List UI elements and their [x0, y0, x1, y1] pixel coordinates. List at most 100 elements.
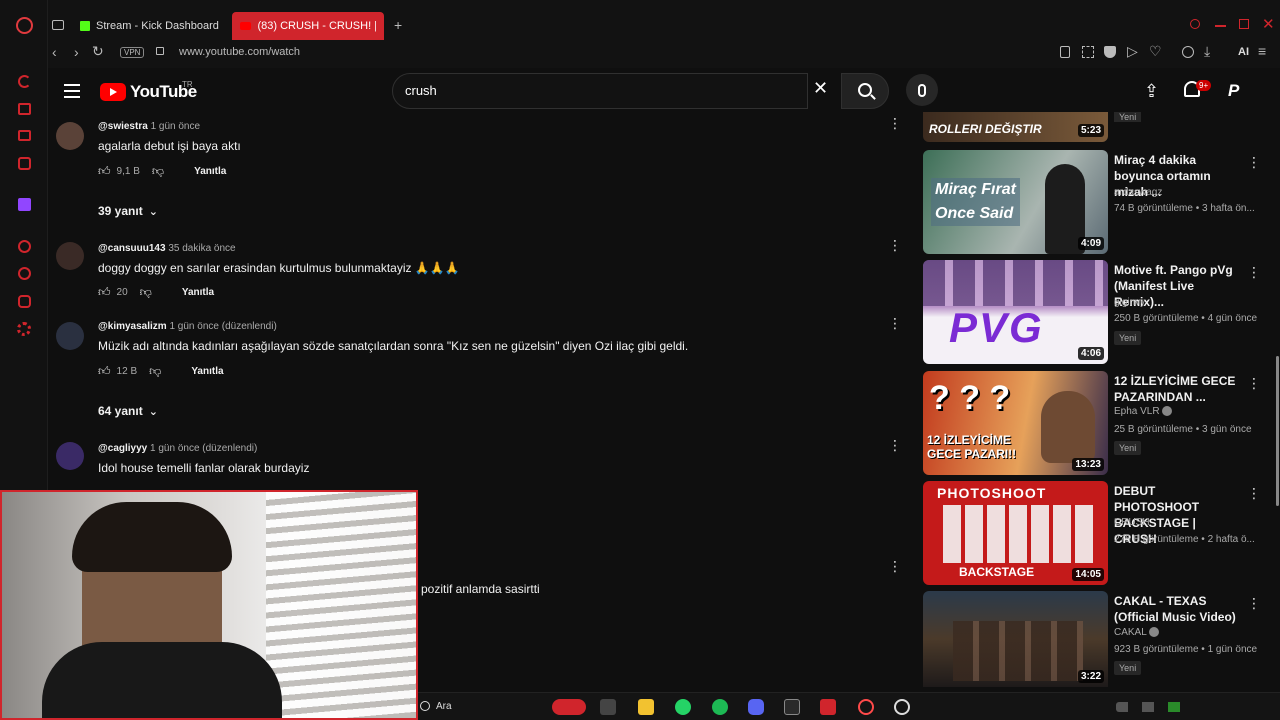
channel-name[interactable]: ardaswagz	[1114, 187, 1162, 198]
avatar[interactable]	[56, 322, 84, 350]
sidebar-aria-icon[interactable]	[18, 75, 31, 88]
video-menu-icon[interactable]: ⋮	[1247, 154, 1261, 171]
spotify-icon[interactable]	[712, 699, 728, 715]
sidebar-twitch-icon[interactable]	[18, 198, 31, 211]
recommendation-item[interactable]: ROLLERI DEĞIŞTIR 5:23 Yeni	[923, 112, 1263, 142]
file-explorer-icon[interactable]	[638, 699, 654, 715]
dislike-icon[interactable]: 👎︎	[140, 285, 152, 300]
sidebar-settings-icon[interactable]	[17, 322, 31, 336]
sidebar-extensions-icon[interactable]	[18, 130, 31, 141]
taskbar-app-icon[interactable]	[552, 699, 586, 715]
play-icon[interactable]: ▷	[1127, 43, 1138, 60]
new-tab-button[interactable]: +	[394, 17, 402, 33]
video-menu-icon[interactable]: ⋮	[1247, 595, 1261, 612]
maximize-button[interactable]	[1239, 19, 1249, 29]
video-thumbnail[interactable]: ? ? ? 12 İZLEYİCİME GECE PAZARI!! 13:23	[923, 371, 1108, 475]
recommendation-item[interactable]: PVG 4:06 Motive ft. Pango pVg (Manifest …	[923, 260, 1263, 364]
forward-icon[interactable]: ›	[74, 44, 79, 60]
download-icon[interactable]: ⤓	[1204, 43, 1210, 60]
url-field[interactable]: www.youtube.com/watch	[179, 46, 300, 58]
search-box[interactable]: crush ✕	[392, 73, 828, 109]
menu-icon[interactable]: ≡	[1258, 43, 1266, 59]
like-icon[interactable]: 👍︎	[98, 285, 111, 300]
aria-ai-button[interactable]: AI	[1238, 46, 1249, 58]
avatar[interactable]	[56, 442, 84, 470]
comment-author[interactable]: @cansuuu143	[98, 243, 166, 254]
video-thumbnail[interactable]: PHOTOSHOOT BACKSTAGE 14:05	[923, 481, 1108, 585]
sidebar-history-icon[interactable]	[18, 267, 31, 280]
video-menu-icon[interactable]: ⋮	[1247, 485, 1261, 502]
recommendation-item[interactable]: ? ? ? 12 İZLEYİCİME GECE PAZARI!! 13:23 …	[923, 371, 1263, 475]
recommendation-item[interactable]: Miraç Fırat Once Said 4:09 Miraç 4 dakik…	[923, 150, 1263, 254]
comment-menu-icon[interactable]: ⋮	[888, 559, 902, 573]
search-tabs-icon[interactable]	[1190, 19, 1200, 29]
sidebar-messenger-icon[interactable]	[18, 157, 31, 170]
heart-icon[interactable]: ♡	[1149, 43, 1162, 60]
comment-time[interactable]: 1 gün önce	[151, 121, 201, 132]
replies-toggle[interactable]: 64 yanıt ⌄	[98, 404, 158, 418]
scrollbar[interactable]	[1276, 356, 1279, 506]
channel-name[interactable]: CAKAL	[1114, 627, 1160, 638]
video-thumbnail[interactable]: PVG 4:06	[923, 260, 1108, 364]
video-thumbnail[interactable]: ROLLERI DEĞIŞTIR 5:23	[923, 112, 1108, 142]
video-title[interactable]: CAKAL - TEXAS (Official Music Video)	[1114, 593, 1239, 625]
video-menu-icon[interactable]: ⋮	[1247, 264, 1261, 281]
comment-menu-icon[interactable]: ⋮	[888, 116, 902, 130]
tab-overview-icon[interactable]	[52, 20, 64, 30]
taskbar-terminal-icon[interactable]	[600, 699, 616, 715]
upload-icon[interactable]: ⇪	[1144, 81, 1159, 102]
comment-menu-icon[interactable]: ⋮	[888, 438, 902, 452]
account-icon[interactable]	[1182, 46, 1194, 58]
comment-author[interactable]: @swiestra	[98, 121, 148, 132]
opera-logo-icon[interactable]	[16, 17, 33, 34]
replies-toggle[interactable]: 39 yanıt ⌄	[98, 204, 158, 218]
dislike-icon[interactable]: 👎︎	[149, 364, 161, 379]
sidebar-player-icon[interactable]	[18, 240, 31, 253]
comment-menu-icon[interactable]: ⋮	[888, 316, 902, 330]
channel-name[interactable]: giginvy	[1114, 297, 1145, 308]
clear-search-icon[interactable]: ✕	[813, 78, 828, 99]
comment-author[interactable]: @cagliyyy	[98, 443, 147, 454]
channel-name[interactable]: CRUSH	[1114, 517, 1150, 528]
vpn-badge[interactable]: VPN	[120, 47, 145, 58]
taskbar-search-icon[interactable]	[420, 701, 430, 711]
search-input[interactable]: crush	[405, 83, 437, 98]
tray-icons[interactable]	[1116, 702, 1206, 712]
reply-button[interactable]: Yanıtla	[191, 366, 223, 377]
snapshot-icon[interactable]	[1082, 46, 1094, 58]
sidebar-workspaces-icon[interactable]	[18, 103, 31, 115]
epic-games-icon[interactable]	[784, 699, 800, 715]
obs-icon[interactable]	[894, 699, 910, 715]
sidebar-pinboard-icon[interactable]	[18, 295, 31, 308]
comment-time[interactable]: 1 gün önce (düzenlendi)	[150, 443, 257, 454]
video-title[interactable]: 12 İZLEYİCİME GECE PAZARINDAN ...	[1114, 373, 1239, 405]
search-button[interactable]	[841, 73, 889, 109]
voice-search-button[interactable]	[906, 74, 938, 106]
reply-button[interactable]: Yanıtla	[194, 166, 226, 177]
channel-name[interactable]: Epha VLR	[1114, 406, 1173, 417]
comment-time[interactable]: 35 dakika önce	[168, 243, 235, 254]
taskbar-search-label[interactable]: Ara	[436, 701, 452, 712]
video-menu-icon[interactable]: ⋮	[1247, 375, 1261, 392]
comment-author[interactable]: @kimyasalizm	[98, 321, 167, 332]
account-avatar[interactable]: P	[1228, 81, 1239, 101]
tab-youtube-crush[interactable]: (83) CRUSH - CRUSH! | Off	[232, 12, 384, 40]
reload-icon[interactable]: ↻	[92, 43, 104, 60]
recommendation-item[interactable]: PHOTOSHOOT BACKSTAGE 14:05 DEBUT PHOTOSH…	[923, 481, 1263, 585]
like-icon[interactable]: 👍︎	[98, 364, 111, 379]
minimize-button[interactable]	[1215, 25, 1226, 27]
avatar[interactable]	[56, 122, 84, 150]
easy-setup-icon[interactable]	[1060, 46, 1070, 58]
shield-icon[interactable]	[1104, 46, 1116, 58]
tab-kick-dashboard[interactable]: Stream - Kick Dashboard	[72, 12, 232, 40]
dislike-icon[interactable]: 👎︎	[152, 164, 164, 179]
discord-icon[interactable]	[748, 699, 764, 715]
like-icon[interactable]: 👍︎	[98, 164, 111, 179]
video-thumbnail[interactable]: 3:22	[923, 591, 1108, 687]
comment-time[interactable]: 1 gün önce (düzenlendi)	[169, 321, 276, 332]
taskbar-red-app-icon[interactable]	[820, 699, 836, 715]
video-thumbnail[interactable]: Miraç Fırat Once Said 4:09	[923, 150, 1108, 254]
comment-menu-icon[interactable]: ⋮	[888, 238, 902, 252]
reply-button[interactable]: Yanıtla	[182, 287, 214, 298]
opera-taskbar-icon[interactable]	[858, 699, 874, 715]
